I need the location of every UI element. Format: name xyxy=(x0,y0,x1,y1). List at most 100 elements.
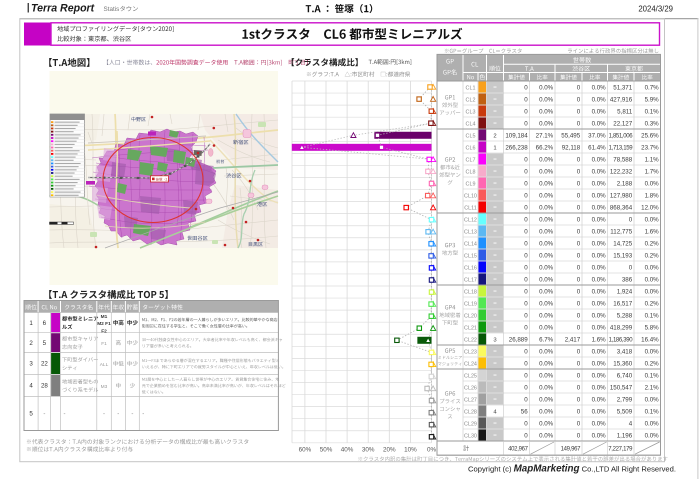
svg-text:150,547: 150,547 xyxy=(610,385,633,392)
svg-text:0.0%: 0.0% xyxy=(539,361,554,368)
svg-text:40%: 40% xyxy=(341,447,354,454)
svg-text:0.0%: 0.0% xyxy=(592,313,607,320)
svg-text:0.0%: 0.0% xyxy=(592,253,607,260)
svg-text:0: 0 xyxy=(577,397,581,404)
svg-text:0: 0 xyxy=(524,313,528,320)
svg-text:2.1%: 2.1% xyxy=(645,385,660,392)
svg-text:0.0%: 0.0% xyxy=(539,421,554,428)
svg-text:402,967: 402,967 xyxy=(508,447,529,453)
svg-text:51,371: 51,371 xyxy=(613,85,632,92)
svg-text:2024/3/29: 2024/3/29 xyxy=(638,4,673,13)
svg-text:0: 0 xyxy=(524,385,528,392)
svg-text:266,238: 266,238 xyxy=(505,145,528,152)
svg-text:127,980: 127,980 xyxy=(610,193,633,200)
svg-text:0.0%: 0.0% xyxy=(592,385,607,392)
svg-text:122,232: 122,232 xyxy=(610,169,633,176)
svg-text:0.0%: 0.0% xyxy=(645,349,660,356)
svg-text:0: 0 xyxy=(577,85,581,92)
svg-text:23.7%: 23.7% xyxy=(641,145,659,152)
svg-text:M1: M1 xyxy=(101,314,108,320)
svg-text:0.1%: 0.1% xyxy=(645,109,660,116)
svg-text:Terra Report: Terra Report xyxy=(31,2,95,14)
svg-text:0: 0 xyxy=(577,217,581,224)
svg-text:0.0%: 0.0% xyxy=(592,157,607,164)
svg-text:22: 22 xyxy=(41,361,48,368)
svg-text:0.0%: 0.0% xyxy=(645,181,660,188)
svg-text:1.7%: 1.7% xyxy=(645,169,660,176)
svg-text:0.0%: 0.0% xyxy=(539,301,554,308)
svg-text:1,186,390: 1,186,390 xyxy=(609,338,634,344)
svg-text:78,588: 78,588 xyxy=(613,157,632,164)
svg-text:CL22: CL22 xyxy=(464,338,477,344)
svg-text:F2: F2 xyxy=(101,328,107,334)
svg-text:61.4%: 61.4% xyxy=(588,145,606,152)
svg-text:55,495: 55,495 xyxy=(561,133,580,140)
svg-text:0: 0 xyxy=(524,181,528,188)
svg-text:868,364: 868,364 xyxy=(610,205,633,212)
svg-text:0: 0 xyxy=(524,205,528,212)
svg-text:0: 0 xyxy=(577,409,581,416)
svg-text:15,360: 15,360 xyxy=(613,361,632,368)
svg-text:M2 F1: M2 F1 xyxy=(97,321,111,327)
svg-text:0.0%: 0.0% xyxy=(645,217,660,224)
svg-text:0.0%: 0.0% xyxy=(539,229,554,236)
svg-text:CL30: CL30 xyxy=(464,434,477,440)
svg-text:427,916: 427,916 xyxy=(610,97,633,104)
svg-text:0.0%: 0.0% xyxy=(592,301,607,308)
svg-text:92,118: 92,118 xyxy=(562,145,581,152)
svg-text:CL8: CL8 xyxy=(466,170,476,176)
svg-text:1: 1 xyxy=(493,146,496,152)
svg-text:0: 0 xyxy=(577,361,581,368)
svg-text:16.4%: 16.4% xyxy=(641,337,659,344)
svg-text:M3: M3 xyxy=(101,384,108,390)
svg-text:1,196: 1,196 xyxy=(617,433,633,440)
svg-text:CL5: CL5 xyxy=(466,134,476,140)
svg-text:37.0%: 37.0% xyxy=(588,133,606,140)
svg-text:0: 0 xyxy=(524,421,528,428)
svg-text:0.0%: 0.0% xyxy=(539,97,554,104)
svg-text:CL25: CL25 xyxy=(464,374,477,380)
svg-text:1,851,006: 1,851,006 xyxy=(609,134,634,140)
svg-text:0: 0 xyxy=(524,373,528,380)
svg-text:5.8%: 5.8% xyxy=(645,325,660,332)
svg-text:CL4: CL4 xyxy=(466,122,476,128)
svg-text:0: 0 xyxy=(524,253,528,260)
svg-text:56: 56 xyxy=(521,409,528,416)
svg-text:0.0%: 0.0% xyxy=(539,109,554,116)
svg-text:0.1%: 0.1% xyxy=(645,409,660,416)
svg-text:5.9%: 5.9% xyxy=(645,97,660,104)
svg-text:0.0%: 0.0% xyxy=(592,217,607,224)
svg-text:2: 2 xyxy=(29,340,33,347)
svg-text:0.0%: 0.0% xyxy=(592,361,607,368)
svg-text:5,509: 5,509 xyxy=(617,409,633,416)
svg-text:0.0%: 0.0% xyxy=(645,421,660,428)
svg-text:CL18: CL18 xyxy=(464,290,477,296)
svg-text:CL21: CL21 xyxy=(464,326,477,332)
svg-text:0.0%: 0.0% xyxy=(539,265,554,272)
svg-text:CL23: CL23 xyxy=(464,350,477,356)
svg-text:0: 0 xyxy=(524,241,528,248)
svg-text:0: 0 xyxy=(577,385,581,392)
svg-text:0: 0 xyxy=(577,169,581,176)
svg-text:0: 0 xyxy=(524,349,528,356)
svg-text:0: 0 xyxy=(577,373,581,380)
svg-text:3: 3 xyxy=(29,361,33,368)
svg-text:4: 4 xyxy=(629,421,633,428)
svg-text:0: 0 xyxy=(577,121,581,128)
svg-text:CL1: CL1 xyxy=(466,86,476,92)
svg-text:CL11: CL11 xyxy=(464,206,477,212)
svg-text:0.0%: 0.0% xyxy=(592,97,607,104)
svg-text:0: 0 xyxy=(524,157,528,164)
svg-text:0.0%: 0.0% xyxy=(539,157,554,164)
svg-text:28: 28 xyxy=(41,383,48,390)
svg-text:25.6%: 25.6% xyxy=(641,133,659,140)
svg-text:1,713,159: 1,713,159 xyxy=(609,146,634,152)
svg-text:CL29: CL29 xyxy=(464,422,477,428)
svg-text:0.0%: 0.0% xyxy=(592,325,607,332)
svg-text:0.0%: 0.0% xyxy=(539,241,554,248)
svg-text:7,227,179: 7,227,179 xyxy=(608,447,633,453)
svg-text:0.0%: 0.0% xyxy=(539,349,554,356)
svg-text:30%: 30% xyxy=(362,447,375,454)
svg-text:-: - xyxy=(103,412,105,418)
svg-text:6,740: 6,740 xyxy=(617,373,633,380)
